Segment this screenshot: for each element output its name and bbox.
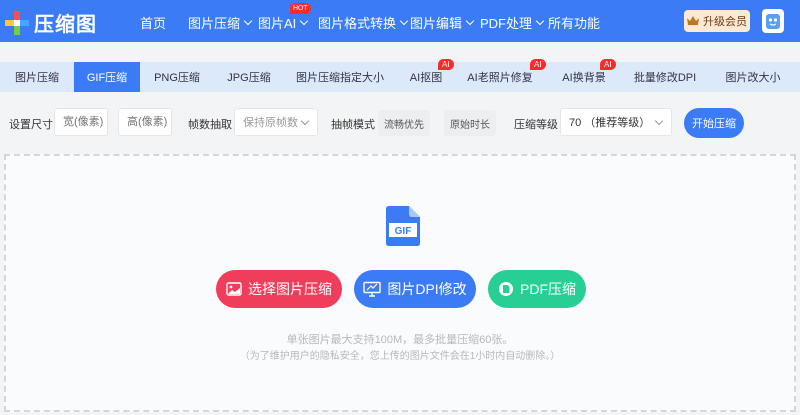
dpi-modify-button[interactable]: 图片DPI修改 bbox=[354, 270, 476, 308]
chevron-down-icon bbox=[243, 16, 253, 26]
tab-batch-dpi[interactable]: 批量修改DPI bbox=[624, 62, 706, 92]
chevron-down-icon bbox=[399, 16, 409, 26]
tab-label: AI抠图 bbox=[409, 72, 443, 84]
crown-icon bbox=[687, 16, 699, 25]
mode-label: 抽帧模式 bbox=[331, 119, 375, 131]
chevron-down-icon bbox=[300, 116, 310, 126]
gif-icon-text: GIF bbox=[395, 226, 412, 237]
tab-ai-photo-restore[interactable]: AI老照片修复 AI bbox=[456, 59, 546, 92]
level-label: 压缩等级 bbox=[514, 119, 558, 131]
start-compress-button[interactable]: 开始压缩 bbox=[684, 108, 744, 138]
chevron-down-icon bbox=[465, 16, 475, 26]
nav-all-features[interactable]: 所有功能 bbox=[548, 13, 600, 32]
nav-home[interactable]: 首页 bbox=[140, 13, 166, 32]
tab-image-compress[interactable]: 图片压缩 bbox=[0, 62, 74, 92]
frame-label: 帧数抽取 bbox=[188, 119, 232, 131]
tab-label: GIF压缩 bbox=[86, 72, 128, 84]
select-image-button[interactable]: 选择图片压缩 bbox=[216, 270, 342, 308]
nav-pdf[interactable]: PDF处理 bbox=[480, 13, 545, 32]
avatar[interactable] bbox=[762, 9, 784, 33]
pdf-icon bbox=[499, 282, 513, 296]
tab-ai-background[interactable]: AI换背景 AI bbox=[544, 59, 624, 92]
logo-icon bbox=[5, 10, 29, 35]
top-navbar: 压缩图 首页 图片压缩 图片AI HOT 图片格式转换 图片编辑 PDF处理 所… bbox=[0, 0, 800, 42]
pdf-compress-label: PDF压缩 bbox=[520, 281, 576, 297]
tab-gif-compress[interactable]: GIF压缩 bbox=[74, 62, 140, 92]
tab-label: PNG压缩 bbox=[154, 72, 200, 84]
nav-all-features-label: 所有功能 bbox=[548, 16, 601, 31]
tab-png-compress[interactable]: PNG压缩 bbox=[140, 62, 214, 92]
nav-format-convert[interactable]: 图片格式转换 bbox=[318, 13, 409, 32]
tab-resize[interactable]: 图片改大小 bbox=[706, 62, 800, 92]
privacy-hint: （为了维护用户的隐私安全，您上传的图片文件会在1小时内自动删除。） bbox=[239, 351, 561, 362]
level-select[interactable]: 70 （推荐等级） bbox=[560, 108, 672, 136]
upload-dropzone[interactable]: GIF 选择图片压缩 图片DPI修改 PDF压缩 单张图片最大支持100M，最多… bbox=[4, 154, 796, 412]
size-label: 设置尺寸 bbox=[9, 119, 53, 131]
tab-jpg-compress[interactable]: JPG压缩 bbox=[214, 62, 284, 92]
gif-file-icon: GIF bbox=[386, 206, 420, 246]
brand-name: 压缩图 bbox=[34, 14, 97, 36]
frame-select[interactable]: 保持原帧数 bbox=[234, 108, 318, 136]
upgrade-label: 升级会员 bbox=[703, 16, 747, 28]
hot-badge: HOT bbox=[290, 3, 311, 14]
chevron-down-icon bbox=[300, 16, 309, 26]
upload-limit-hint: 单张图片最大支持100M，最多批量压缩60张。 bbox=[286, 334, 514, 346]
nav-image-compress-label: 图片压缩 bbox=[188, 16, 241, 31]
upgrade-button[interactable]: 升级会员 bbox=[684, 10, 750, 32]
mode-original-option[interactable]: 原始时长 bbox=[444, 110, 496, 136]
tab-label: 图片压缩 bbox=[15, 72, 59, 84]
mode-smooth-option[interactable]: 流畅优先 bbox=[378, 110, 430, 136]
height-input[interactable] bbox=[118, 108, 172, 136]
tab-label: AI换背景 bbox=[562, 72, 606, 84]
tab-label: 图片改大小 bbox=[725, 72, 781, 84]
ai-badge: AI bbox=[438, 59, 454, 70]
tab-label: AI老照片修复 bbox=[467, 72, 533, 84]
image-icon bbox=[226, 282, 242, 296]
brand-logo[interactable]: 压缩图 bbox=[4, 8, 97, 37]
chevron-down-icon bbox=[535, 16, 545, 26]
nav-image-ai-label: 图片AI bbox=[258, 16, 297, 31]
compress-settings: 设置尺寸 帧数抽取 保持原帧数 抽帧模式 流畅优先 原始时长 压缩等级 70 （… bbox=[0, 108, 800, 138]
nav-image-edit-label: 图片编辑 bbox=[410, 16, 463, 31]
chevron-down-icon bbox=[654, 116, 664, 126]
monitor-icon bbox=[363, 281, 382, 297]
tab-label: 图片压缩指定大小 bbox=[296, 72, 384, 84]
tab-label: 批量修改DPI bbox=[633, 72, 697, 84]
nav-pdf-label: PDF处理 bbox=[480, 16, 533, 31]
ai-badge: AI bbox=[600, 59, 616, 70]
nav-home-label: 首页 bbox=[140, 16, 167, 31]
nav-image-ai[interactable]: 图片AI bbox=[258, 13, 309, 32]
width-input[interactable] bbox=[54, 108, 108, 136]
frame-select-value: 保持原帧数 bbox=[243, 117, 298, 129]
dpi-modify-label: 图片DPI修改 bbox=[387, 281, 467, 297]
level-select-value: 70 （推荐等级） bbox=[569, 117, 651, 129]
select-image-label: 选择图片压缩 bbox=[248, 281, 332, 297]
nav-image-edit[interactable]: 图片编辑 bbox=[410, 13, 475, 32]
user-avatar-icon bbox=[766, 14, 780, 29]
pdf-compress-button[interactable]: PDF压缩 bbox=[488, 270, 586, 308]
nav-image-compress[interactable]: 图片压缩 bbox=[188, 13, 253, 32]
tab-label: JPG压缩 bbox=[227, 72, 271, 84]
tab-compress-to-size[interactable]: 图片压缩指定大小 bbox=[284, 62, 396, 92]
tab-ai-cutout[interactable]: AI抠图 AI bbox=[396, 59, 456, 92]
nav-format-convert-label: 图片格式转换 bbox=[318, 16, 397, 31]
tool-tabs: 图片压缩 GIF压缩 PNG压缩 JPG压缩 图片压缩指定大小 AI抠图 AI A… bbox=[0, 59, 800, 92]
